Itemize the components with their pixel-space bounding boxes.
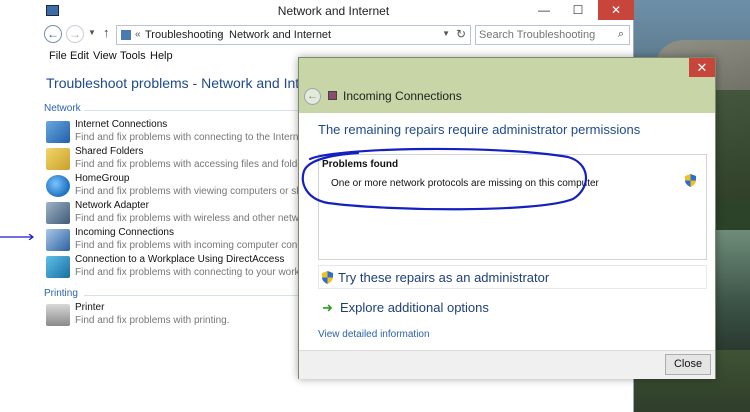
item-description: Find and fix problems with accessing fil… bbox=[75, 159, 320, 170]
item-name[interactable]: Connection to a Workplace Using DirectAc… bbox=[75, 254, 284, 265]
item-name[interactable]: Printer bbox=[75, 302, 104, 313]
dialog-title: Incoming Connections bbox=[343, 89, 462, 103]
maximize-button[interactable]: ☐ bbox=[564, 0, 592, 20]
dialog-header bbox=[299, 58, 715, 113]
back-button[interactable]: ← bbox=[44, 25, 62, 43]
menu-view[interactable]: View bbox=[93, 50, 117, 62]
detailed-information-link[interactable]: View detailed information bbox=[318, 329, 430, 340]
menu-help[interactable]: Help bbox=[150, 50, 173, 62]
close-window-button[interactable]: ✕ bbox=[598, 0, 634, 20]
group-header-printing: Printing bbox=[44, 288, 78, 299]
up-arrow-icon[interactable]: ↑ bbox=[103, 25, 110, 40]
forward-button[interactable]: → bbox=[66, 25, 84, 43]
menu-tools[interactable]: Tools bbox=[120, 50, 146, 62]
item-name[interactable]: Shared Folders bbox=[75, 146, 143, 157]
item-description: Find and fix problems with printing. bbox=[75, 315, 230, 326]
breadcrumb-separator-icon[interactable]: › bbox=[219, 28, 223, 40]
troubleshooter-dialog: ✕ ← Incoming Connections The remaining r… bbox=[298, 57, 716, 379]
address-bar[interactable]: « Troubleshooting › Network and Internet… bbox=[116, 25, 471, 45]
recent-pages-icon[interactable]: ▼ bbox=[88, 28, 96, 37]
title-bar: Network and Internet — ☐ ✕ bbox=[34, 0, 634, 22]
item-description: Find and fix problems with wireless and … bbox=[75, 213, 322, 224]
explore-options-link[interactable]: ➜ Explore additional options bbox=[318, 298, 707, 318]
item-description: Find and fix problems with incoming comp… bbox=[75, 240, 325, 251]
item-name[interactable]: Internet Connections bbox=[75, 119, 167, 130]
group-header-network: Network bbox=[44, 103, 81, 114]
close-button[interactable]: Close bbox=[665, 354, 711, 375]
item-name[interactable]: Incoming Connections bbox=[75, 227, 174, 238]
directaccess-icon bbox=[46, 256, 70, 278]
item-description: Find and fix problems with viewing compu… bbox=[75, 186, 322, 197]
problems-header: Problems found bbox=[322, 159, 399, 170]
homegroup-icon bbox=[46, 175, 70, 197]
green-arrow-icon: ➜ bbox=[322, 300, 333, 315]
breadcrumb-troubleshooting[interactable]: Troubleshooting bbox=[145, 29, 223, 41]
problem-message[interactable]: One or more network protocols are missin… bbox=[331, 178, 599, 189]
refresh-icon[interactable]: ↻ bbox=[456, 27, 466, 41]
page-title: Troubleshoot problems - Network and Inte… bbox=[46, 75, 332, 91]
search-box[interactable]: ⌕ bbox=[475, 25, 630, 45]
item-name[interactable]: HomeGroup bbox=[75, 173, 129, 184]
minimize-button[interactable]: — bbox=[530, 0, 558, 20]
menu-edit[interactable]: Edit bbox=[70, 50, 89, 62]
repair-label[interactable]: Try these repairs as an administrator bbox=[338, 270, 549, 285]
item-name[interactable]: Network Adapter bbox=[75, 200, 149, 211]
chevron-down-icon[interactable]: ▼ bbox=[442, 29, 450, 38]
breadcrumb-overflow-icon[interactable]: « bbox=[135, 29, 141, 40]
breadcrumb-network-internet[interactable]: Network and Internet bbox=[229, 29, 331, 41]
close-icon[interactable]: ✕ bbox=[689, 58, 715, 77]
network-adapter-icon bbox=[46, 202, 70, 224]
shared-folders-icon bbox=[46, 148, 70, 170]
explore-label[interactable]: Explore additional options bbox=[340, 300, 489, 315]
printer-icon bbox=[46, 304, 70, 326]
annotation-arrow bbox=[0, 234, 34, 240]
problems-found-box: Problems found One or more network proto… bbox=[318, 154, 707, 260]
dialog-heading: The remaining repairs require administra… bbox=[318, 122, 641, 137]
search-input[interactable] bbox=[476, 26, 601, 44]
search-icon[interactable]: ⌕ bbox=[618, 28, 624, 41]
repair-as-admin-option[interactable]: Try these repairs as an administrator bbox=[318, 265, 707, 289]
incoming-connections-icon bbox=[46, 229, 70, 251]
uac-shield-icon bbox=[685, 174, 696, 187]
internet-connections-icon bbox=[46, 121, 70, 143]
control-panel-icon bbox=[121, 30, 131, 40]
menu-file[interactable]: File bbox=[49, 50, 67, 62]
back-button[interactable]: ← bbox=[304, 88, 321, 105]
address-row: ← → ▼ ↑ « Troubleshooting › Network and … bbox=[34, 22, 634, 48]
item-description: Find and fix problems with connecting to… bbox=[75, 267, 318, 278]
uac-shield-icon bbox=[322, 271, 333, 284]
item-description: Find and fix problems with connecting to… bbox=[75, 132, 319, 143]
troubleshooter-icon bbox=[328, 91, 337, 100]
dialog-footer: Close bbox=[299, 350, 715, 379]
